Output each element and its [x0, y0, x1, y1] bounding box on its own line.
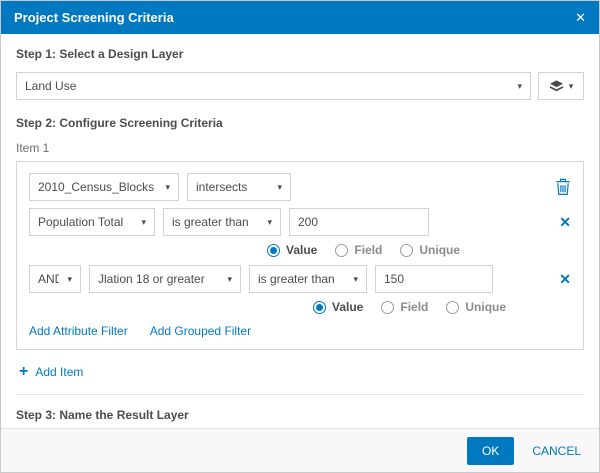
close-icon[interactable]: ✕	[575, 11, 586, 24]
step1-label: Step 1: Select a Design Layer	[16, 47, 584, 61]
filter1-radio-field[interactable]: Field	[335, 243, 382, 257]
chevron-down-icon: ▾	[509, 81, 522, 92]
radio-icon	[381, 301, 394, 314]
filter1-radio-value[interactable]: Value	[267, 243, 317, 257]
filter-links-row: Add Attribute Filter Add Grouped Filter	[29, 324, 571, 338]
screening-layer-value: 2010_Census_Blocks	[38, 180, 154, 194]
step3-label: Step 3: Name the Result Layer	[16, 408, 584, 422]
dialog-body: Step 1: Select a Design Layer Land Use ▾…	[1, 34, 599, 428]
dialog-footer: OK CANCEL	[1, 428, 599, 472]
screening-item-box: 2010_Census_Blocks ▾ intersects ▾ Popula…	[16, 161, 584, 350]
radio-icon	[335, 244, 348, 257]
ok-button[interactable]: OK	[467, 437, 514, 465]
filter2-field-value: Jlation 18 or greater	[98, 272, 205, 286]
filter1-field-value: Population Total	[38, 215, 123, 229]
project-screening-dialog: Project Screening Criteria ✕ Step 1: Sel…	[0, 0, 600, 473]
filter2-value-input[interactable]	[375, 265, 493, 293]
layer-options-button[interactable]: ▾	[538, 72, 584, 100]
filter1-radio-unique[interactable]: Unique	[400, 243, 460, 257]
chevron-down-icon: ▾	[569, 81, 574, 92]
filter2-field-dropdown[interactable]: Jlation 18 or greater ▾	[89, 265, 241, 293]
spatial-operator-dropdown[interactable]: intersects ▾	[187, 173, 291, 201]
chevron-down-icon: ▾	[269, 182, 282, 193]
trash-icon	[555, 178, 571, 196]
chevron-down-icon: ▾	[219, 274, 232, 285]
filter2-radio-value[interactable]: Value	[313, 300, 363, 314]
layer-operator-row: 2010_Census_Blocks ▾ intersects ▾	[29, 173, 571, 201]
remove-filter2-button[interactable]: ✕	[559, 271, 571, 288]
filter1-field-dropdown[interactable]: Population Total ▾	[29, 208, 155, 236]
plus-icon: +	[19, 364, 28, 380]
add-attribute-filter-link[interactable]: Add Attribute Filter	[29, 324, 128, 338]
filter2-radio-unique[interactable]: Unique	[446, 300, 506, 314]
dialog-title: Project Screening Criteria	[14, 10, 575, 25]
screening-layer-dropdown[interactable]: 2010_Census_Blocks ▾	[29, 173, 179, 201]
remove-icon: ✕	[559, 214, 571, 231]
step2-label: Step 2: Configure Screening Criteria	[16, 116, 584, 130]
filter2-conjunction-value: AND	[38, 272, 59, 286]
radio-label: Field	[354, 243, 382, 257]
filter-row: Population Total ▾ is greater than ▾ ✕	[29, 208, 571, 236]
design-layer-row: Land Use ▾ ▾	[16, 72, 584, 100]
filter2-operator-dropdown[interactable]: is greater than ▾	[249, 265, 367, 293]
chevron-down-icon: ▾	[133, 217, 146, 228]
remove-icon: ✕	[559, 271, 571, 288]
delete-item-button[interactable]	[555, 178, 571, 196]
radio-icon	[446, 301, 459, 314]
radio-icon	[400, 244, 413, 257]
filter1-value-input[interactable]	[289, 208, 429, 236]
filter2-value-type-group: Value Field Unique	[313, 300, 571, 314]
layers-icon	[549, 79, 564, 94]
radio-selected-icon	[267, 244, 280, 257]
radio-label: Field	[400, 300, 428, 314]
chevron-down-icon: ▾	[59, 274, 72, 285]
filter-row: AND ▾ Jlation 18 or greater ▾ is greater…	[29, 265, 571, 293]
radio-selected-icon	[313, 301, 326, 314]
filter1-operator-dropdown[interactable]: is greater than ▾	[163, 208, 281, 236]
spatial-operator-value: intersects	[196, 180, 247, 194]
add-grouped-filter-link[interactable]: Add Grouped Filter	[150, 324, 251, 338]
filter2-operator-value: is greater than	[258, 272, 335, 286]
filter2-radio-field[interactable]: Field	[381, 300, 428, 314]
radio-label: Unique	[419, 243, 460, 257]
filter2-conjunction-dropdown[interactable]: AND ▾	[29, 265, 81, 293]
filter1-operator-value: is greater than	[172, 215, 249, 229]
chevron-down-icon: ▾	[157, 182, 170, 193]
filter1-value-type-group: Value Field Unique	[267, 243, 571, 257]
add-item-label: Add Item	[35, 365, 83, 379]
dialog-header: Project Screening Criteria ✕	[1, 1, 599, 34]
chevron-down-icon: ▾	[259, 217, 272, 228]
section-divider	[16, 394, 584, 395]
design-layer-dropdown[interactable]: Land Use ▾	[16, 72, 531, 100]
design-layer-value: Land Use	[25, 79, 76, 93]
item-label: Item 1	[16, 141, 584, 155]
radio-label: Unique	[465, 300, 506, 314]
add-item-button[interactable]: + Add Item	[19, 364, 584, 380]
chevron-down-icon: ▾	[345, 274, 358, 285]
radio-label: Value	[332, 300, 363, 314]
cancel-button[interactable]: CANCEL	[532, 444, 581, 458]
radio-label: Value	[286, 243, 317, 257]
remove-filter1-button[interactable]: ✕	[559, 214, 571, 231]
